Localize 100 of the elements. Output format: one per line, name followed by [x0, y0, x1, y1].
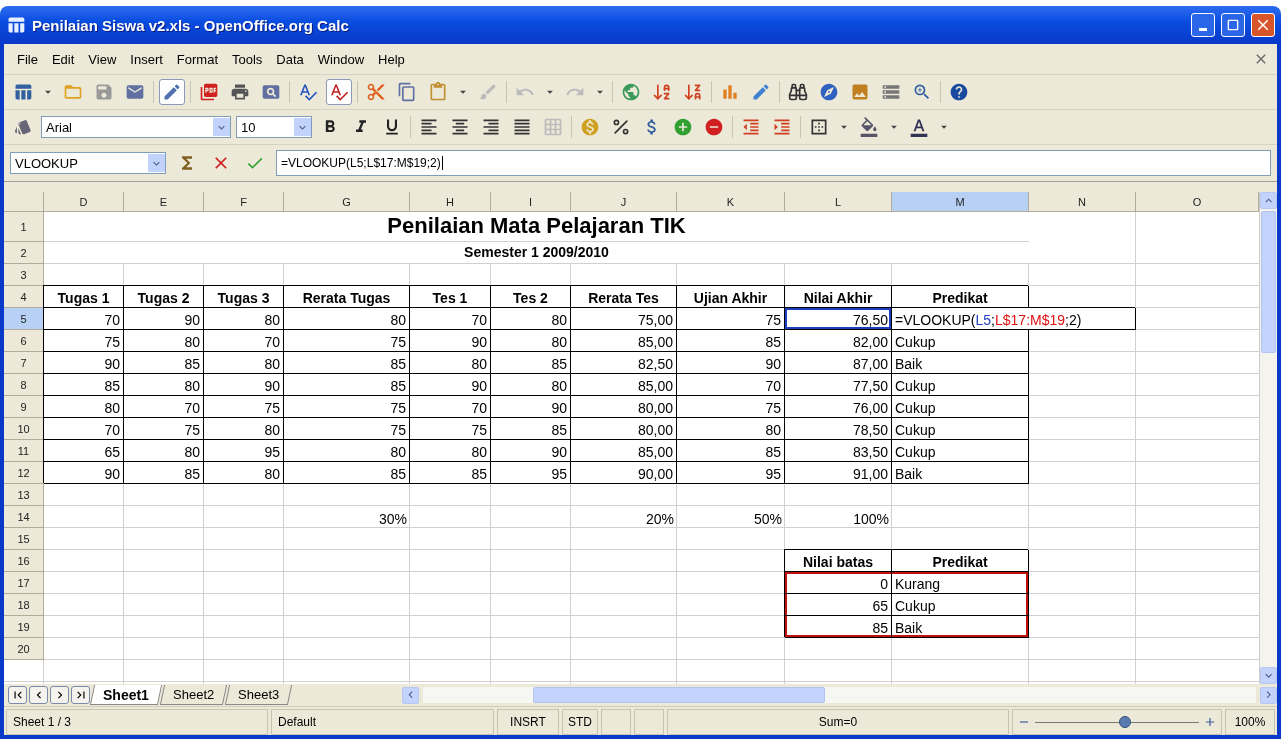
column-header[interactable]: K	[677, 192, 785, 212]
number-cell: 80	[410, 440, 491, 462]
row-header[interactable]: 19	[4, 616, 44, 638]
row-header[interactable]: 7	[4, 352, 44, 374]
number-cell: 85	[284, 462, 410, 484]
scroll-down-button[interactable]	[1260, 667, 1277, 684]
align-right-icon	[481, 117, 501, 137]
number-cell: 75	[284, 418, 410, 440]
row-header[interactable]: 2	[4, 242, 44, 264]
number-cell: 90	[410, 374, 491, 396]
row-header[interactable]: 1	[4, 212, 44, 242]
open-folder-icon	[63, 82, 83, 102]
row-header[interactable]: 5	[4, 308, 44, 330]
number-cell: 77,50	[785, 374, 892, 396]
menu-item[interactable]: File	[12, 49, 43, 69]
text-cell: Cukup	[892, 440, 1029, 462]
number-cell: 85	[785, 616, 892, 638]
column-header[interactable]: J	[571, 192, 677, 212]
row-header[interactable]: 4	[4, 286, 44, 308]
column-header[interactable]: F	[204, 192, 284, 212]
menu-item[interactable]: Data	[271, 49, 309, 69]
insert-mode: INSRT	[497, 709, 559, 735]
menu-item[interactable]: Format	[171, 49, 223, 69]
styles-icon	[14, 118, 32, 136]
row-header[interactable]: 8	[4, 374, 44, 396]
sheet-tab[interactable]: Sheet3	[225, 685, 293, 705]
sheet-tab[interactable]: Sheet1	[89, 685, 163, 705]
row-header[interactable]: 10	[4, 418, 44, 440]
column-heading: Tes 1	[410, 286, 491, 308]
page-style: Default	[271, 709, 494, 735]
number-cell: 75	[124, 418, 204, 440]
row-header[interactable]: 3	[4, 264, 44, 286]
close-button[interactable]	[1251, 13, 1275, 37]
row-header[interactable]: 9	[4, 396, 44, 418]
menu-item[interactable]: Help	[373, 49, 410, 69]
row-header[interactable]: 14	[4, 506, 44, 528]
dropdown-button[interactable]	[213, 118, 230, 136]
scrollbar-thumb[interactable]	[533, 687, 826, 703]
number-cell: 75,00	[571, 308, 677, 330]
font-size-field[interactable]: 10	[236, 116, 312, 138]
column-header[interactable]: O	[1136, 192, 1259, 212]
dropdown-button[interactable]	[148, 154, 165, 172]
row-header[interactable]: 12	[4, 462, 44, 484]
number-cell: 70	[44, 308, 124, 330]
number-cell: 80,00	[571, 418, 677, 440]
column-header[interactable]: N	[1029, 192, 1136, 212]
row-header[interactable]: 20	[4, 638, 44, 660]
justify-icon	[512, 117, 532, 137]
column-header[interactable]: G	[284, 192, 410, 212]
number-cell: 85	[124, 352, 204, 374]
menu-item[interactable]: Tools	[227, 49, 268, 69]
column-header[interactable]: H	[410, 192, 491, 212]
column-header[interactable]: D	[44, 192, 124, 212]
align-center-icon	[450, 117, 470, 137]
text-cell: Cukup	[892, 396, 1029, 418]
menu-item[interactable]: View	[83, 49, 122, 69]
row-header[interactable]: 17	[4, 572, 44, 594]
row-header[interactable]: 13	[4, 484, 44, 506]
row-header[interactable]: 11	[4, 440, 44, 462]
font-name-field[interactable]: Arial	[41, 116, 231, 138]
zoom-in-icon[interactable]	[1203, 715, 1217, 729]
number-cell: 80	[124, 440, 204, 462]
row-header[interactable]: 15	[4, 528, 44, 550]
next-sheet-button[interactable]	[50, 686, 69, 704]
number-cell: 85	[44, 374, 124, 396]
column-header[interactable]: L	[785, 192, 892, 212]
row-header[interactable]: 18	[4, 594, 44, 616]
column-heading: Tugas 2	[124, 286, 204, 308]
formula-cell[interactable]: =VLOOKUP(L5;L$17:M$19;2)	[892, 308, 1136, 330]
scroll-right-button[interactable]	[1260, 686, 1277, 704]
scroll-up-button[interactable]	[1260, 192, 1277, 209]
auto-spellcheck-icon	[329, 82, 349, 102]
edit-file-button[interactable]	[159, 79, 185, 105]
column-header[interactable]: E	[124, 192, 204, 212]
maximize-button[interactable]	[1221, 13, 1245, 37]
first-sheet-button[interactable]	[8, 686, 27, 704]
menu-item[interactable]: Insert	[125, 49, 168, 69]
scroll-left-button[interactable]	[402, 686, 420, 704]
font-size: 10	[241, 119, 256, 135]
menu-item[interactable]: Edit	[46, 49, 80, 69]
column-header[interactable]: M	[892, 192, 1029, 212]
number-cell: 90	[491, 440, 571, 462]
formula-input[interactable]: =VLOOKUP(L5;L$17:M$19;2)	[276, 150, 1271, 176]
auto-spellcheck-button[interactable]	[326, 79, 352, 105]
minimize-button[interactable]	[1191, 13, 1215, 37]
number-cell: 85	[284, 374, 410, 396]
dropdown-button[interactable]	[294, 118, 311, 136]
row-header[interactable]: 6	[4, 330, 44, 352]
column-header[interactable]: I	[491, 192, 571, 212]
column-heading: Predikat	[892, 550, 1029, 572]
last-sheet-button[interactable]	[71, 686, 90, 704]
sheet-tab[interactable]: Sheet2	[159, 685, 228, 705]
previous-sheet-button[interactable]	[29, 686, 48, 704]
scrollbar-thumb[interactable]	[1261, 211, 1276, 353]
name-box[interactable]: VLOOKUP	[10, 152, 166, 174]
number-cell: 91,00	[785, 462, 892, 484]
pencil-icon	[751, 82, 771, 102]
row-header[interactable]: 16	[4, 550, 44, 572]
indent-increase-icon	[772, 117, 792, 137]
menu-item[interactable]: Window	[312, 49, 370, 69]
